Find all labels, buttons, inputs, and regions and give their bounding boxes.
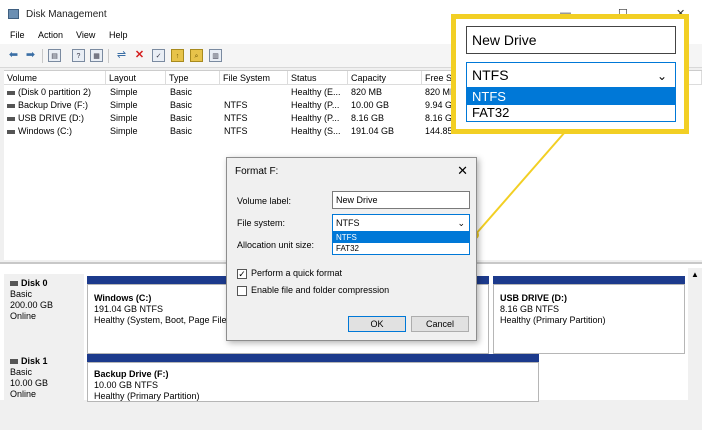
- cancel-button[interactable]: Cancel: [411, 316, 469, 332]
- option-fat32[interactable]: FAT32: [333, 243, 469, 254]
- option-ntfs[interactable]: NTFS: [333, 232, 469, 243]
- volume-label-input[interactable]: New Drive: [332, 191, 470, 209]
- format-dialog: Format F: ✕ Volume label: New Drive File…: [226, 157, 477, 341]
- chevron-down-icon[interactable]: ⌄: [457, 215, 465, 231]
- allocation-unit-label: Allocation unit size:: [237, 240, 315, 250]
- chevron-down-icon[interactable]: ⌄: [657, 64, 667, 88]
- zoom-option-ntfs[interactable]: NTFS: [467, 89, 675, 105]
- compression-label: Enable file and folder compression: [251, 285, 390, 295]
- file-system-value: NTFS: [336, 218, 360, 228]
- zoom-file-system-select[interactable]: NTFS ⌄: [466, 62, 676, 88]
- zoom-file-system-dropdown: NTFS FAT32: [466, 88, 676, 122]
- quick-format-checkbox[interactable]: ✓ Perform a quick format: [237, 268, 342, 279]
- checkbox-checked-icon[interactable]: ✓: [237, 268, 247, 279]
- zoom-callout: New Drive NTFS ⌄ NTFS FAT32: [451, 14, 689, 134]
- dialog-title: Format F:: [235, 166, 279, 177]
- ok-button[interactable]: OK: [348, 316, 406, 332]
- zoom-volume-label-field[interactable]: New Drive: [466, 26, 676, 54]
- dialog-close-icon[interactable]: ✕: [457, 163, 468, 179]
- zoom-option-fat32[interactable]: FAT32: [467, 105, 675, 121]
- zoom-file-system-value: NTFS: [472, 67, 509, 83]
- compression-checkbox[interactable]: Enable file and folder compression: [237, 285, 389, 296]
- file-system-dropdown: NTFS FAT32: [332, 231, 470, 255]
- file-system-select[interactable]: NTFS ⌄: [332, 214, 470, 232]
- volume-label-label: Volume label:: [237, 196, 292, 206]
- quick-format-label: Perform a quick format: [251, 268, 343, 278]
- file-system-label: File system:: [237, 218, 286, 228]
- checkbox-empty-icon[interactable]: [237, 285, 247, 296]
